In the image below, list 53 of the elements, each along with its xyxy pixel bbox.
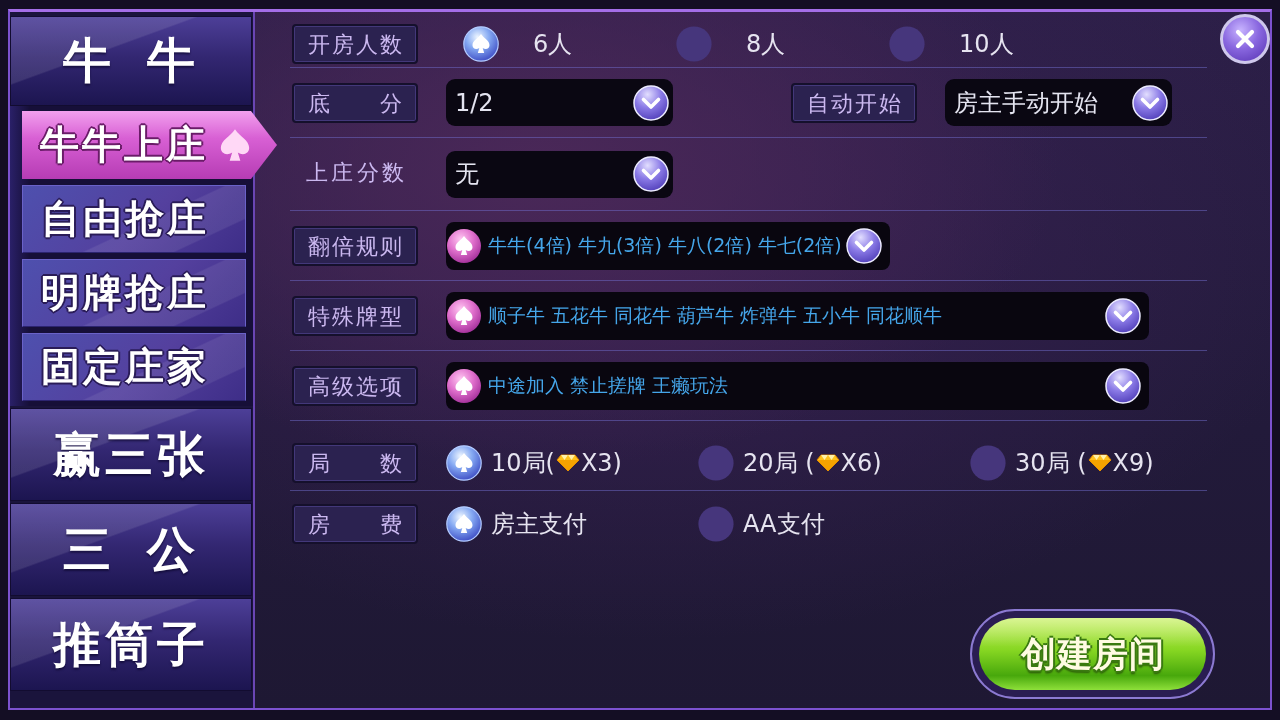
diamond-icon (815, 453, 840, 472)
radio-icon[interactable] (970, 444, 1006, 481)
radio-option[interactable]: 10人 (889, 25, 1102, 62)
radio-option[interactable]: 20局 ( X6) (698, 444, 970, 481)
game-tab[interactable]: 牛 牛 (10, 16, 252, 106)
field-label: 特殊牌型 (292, 295, 418, 336)
radio-icon[interactable] (698, 444, 734, 481)
radio-icon[interactable] (446, 506, 482, 542)
diamond-icon (555, 453, 580, 472)
mode-tab[interactable]: 自由抢庄 (22, 185, 246, 253)
close-button[interactable] (1220, 14, 1270, 64)
spade-icon (446, 227, 482, 264)
field-label: 翻倍规则 (292, 225, 418, 266)
radio-option[interactable]: 8人 (676, 25, 889, 62)
field-label: 开房人数 (292, 23, 418, 64)
spade-icon (220, 128, 250, 162)
radio-icon[interactable] (676, 25, 712, 62)
multi-select-field[interactable]: 中途加入 禁止搓牌 王癞玩法 (446, 361, 1149, 410)
field-label: 局 数 (292, 442, 418, 483)
radio-option[interactable]: 6人 (463, 25, 676, 62)
chevron-down-icon (1132, 84, 1168, 121)
diamond-icon (1087, 453, 1112, 472)
radio-icon[interactable] (463, 25, 499, 62)
close-icon (1235, 29, 1255, 49)
chevron-down-icon (633, 84, 669, 121)
multi-select-field[interactable]: 牛牛(4倍) 牛九(3倍) 牛八(2倍) 牛七(2倍) (446, 221, 890, 270)
field-label: 房 费 (292, 504, 418, 544)
radio-icon[interactable] (698, 506, 734, 542)
mode-tab[interactable]: 明牌抢庄 (22, 259, 246, 327)
chevron-down-icon (845, 227, 882, 264)
radio-option[interactable]: 10局( X3) (446, 444, 698, 481)
field-label: 高级选项 (292, 365, 418, 406)
radio-option[interactable]: AA支付 (698, 506, 950, 542)
radio-icon[interactable] (446, 444, 482, 481)
game-tab[interactable]: 三 公 (10, 503, 252, 596)
field-label: 上庄分数 (305, 159, 405, 187)
field-label: 自动开始 (791, 82, 917, 123)
multi-select-field[interactable]: 顺子牛 五花牛 同花牛 葫芦牛 炸弹牛 五小牛 同花顺牛 (446, 291, 1149, 340)
radio-option[interactable]: 30局 ( X9) (970, 444, 1222, 481)
select-field[interactable]: 1/2 (446, 79, 673, 126)
spade-icon (446, 367, 482, 404)
radio-icon[interactable] (889, 25, 925, 62)
select-field[interactable]: 房主手动开始 (945, 79, 1172, 126)
select-field[interactable]: 无 (446, 150, 673, 198)
radio-option[interactable]: 房主支付 (446, 506, 698, 542)
field-label: 底 分 (292, 82, 418, 123)
mode-tab[interactable]: 固定庄家 (22, 333, 246, 401)
spade-icon (446, 297, 482, 334)
game-tab[interactable]: 赢三张 (10, 408, 252, 501)
chevron-down-icon (1105, 367, 1141, 404)
chevron-down-icon (633, 156, 669, 192)
chevron-down-icon (1105, 297, 1141, 334)
game-tab[interactable]: 推筒子 (10, 598, 252, 691)
